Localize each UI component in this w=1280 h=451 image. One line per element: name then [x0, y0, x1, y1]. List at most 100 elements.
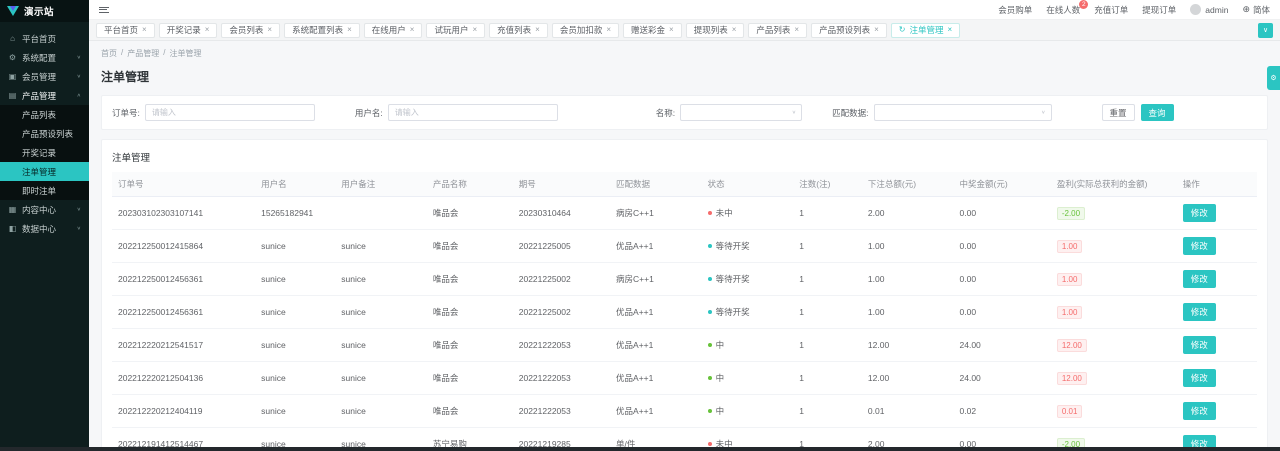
- topbar-link-2[interactable]: 充值订单: [1094, 4, 1128, 16]
- order-no-cell: 202212220212504136: [112, 361, 256, 395]
- close-icon[interactable]: ×: [606, 26, 611, 34]
- edit-button[interactable]: 修改: [1182, 435, 1216, 447]
- sidebar-item-label: 内容中心: [22, 204, 57, 215]
- tab-0[interactable]: 平台首页 ×: [96, 22, 155, 38]
- close-icon[interactable]: ×: [347, 26, 352, 34]
- tab-7[interactable]: 会员加扣款 ×: [551, 22, 619, 38]
- topbar-link-3[interactable]: 提现订单: [1142, 4, 1176, 16]
- sidebar-item-0[interactable]: ⌂ 平台首页: [0, 29, 89, 48]
- close-icon[interactable]: ×: [874, 26, 879, 34]
- profit-cell: 1.00: [1050, 262, 1177, 296]
- breadcrumb: 首页 / 产品管理 / 注单管理: [101, 48, 1268, 59]
- table-row: 202212250012456361 sunice sunice 唯品会 2022122…: [112, 295, 1257, 329]
- tab-actions-button[interactable]: ∨: [1258, 22, 1273, 38]
- order-no-input[interactable]: [144, 104, 315, 121]
- close-icon[interactable]: ×: [205, 26, 210, 34]
- tab-label: 赠送彩金: [631, 25, 666, 35]
- order-no-cell: 202212250012456361: [112, 295, 256, 329]
- breadcrumb-item-0[interactable]: 首页: [101, 48, 117, 59]
- profit-badge: -2.00: [1056, 437, 1086, 447]
- data-icon: ◧: [8, 224, 17, 233]
- close-icon[interactable]: ×: [472, 26, 477, 34]
- close-icon[interactable]: ×: [535, 26, 540, 34]
- close-icon[interactable]: ×: [267, 26, 272, 34]
- username-input[interactable]: [387, 104, 558, 121]
- topbar-link-1[interactable]: 在线人数 2: [1046, 0, 1089, 16]
- close-icon[interactable]: ×: [142, 26, 147, 34]
- close-icon[interactable]: ×: [947, 26, 952, 34]
- username-cell: sunice: [255, 229, 336, 263]
- topbar-link-0[interactable]: 会员购单: [998, 4, 1032, 16]
- edit-button[interactable]: 修改: [1182, 270, 1216, 288]
- order-no-cell: 202212191412514467: [112, 427, 256, 447]
- sidebar-subitem-label: 注单管理: [22, 166, 57, 177]
- edit-button[interactable]: 修改: [1182, 369, 1216, 387]
- tab-12[interactable]: ↻ 注单管理 ×: [890, 22, 961, 38]
- gear-icon: ⚙: [1270, 75, 1277, 82]
- sidebar-subitem-3[interactable]: 注单管理: [0, 162, 89, 181]
- tab-6[interactable]: 充值列表 ×: [489, 22, 548, 38]
- sidebar-subitem-2[interactable]: 开奖记录: [0, 143, 89, 162]
- count-cell: 1: [793, 427, 862, 447]
- close-icon[interactable]: ×: [732, 26, 737, 34]
- search-button[interactable]: 查询: [1140, 104, 1174, 121]
- profit-badge: 12.00: [1056, 371, 1087, 385]
- edit-button[interactable]: 修改: [1182, 336, 1216, 354]
- issue-cell: 20221219285: [512, 427, 611, 447]
- column-header-3: 产品名称: [426, 172, 513, 197]
- tab-3[interactable]: 系统配置列表 ×: [284, 22, 360, 38]
- orders-table: 订单号 用户名 用户备注 产品名称 期号 匹配数据 状态 注数(注) 下注总额(元) 中奖金额(元…: [112, 172, 1257, 447]
- brand-logo[interactable]: 演示站: [0, 0, 89, 22]
- name-select[interactable]: ∨: [680, 104, 803, 121]
- remark-cell: sunice: [335, 427, 427, 447]
- chevron-down-icon: ∨: [791, 110, 797, 116]
- topbar-right: 会员购单 在线人数 2 充值订单 提现订单 admin ⊕ 简体: [998, 0, 1270, 16]
- edit-button[interactable]: 修改: [1182, 204, 1216, 222]
- match-data-select[interactable]: ∨: [873, 104, 1052, 121]
- sidebar-item-5[interactable]: ◧ 数据中心 ∨: [0, 219, 89, 238]
- tab-4[interactable]: 在线用户 ×: [363, 22, 423, 38]
- column-header-9: 中奖金额(元): [953, 172, 1051, 197]
- table-row: 202212220212404119 sunice sunice 唯品会 2022122…: [112, 394, 1257, 428]
- sidebar-item-2[interactable]: ▣ 会员管理 ∨: [0, 67, 89, 86]
- chevron-down-icon: ∨: [76, 226, 81, 232]
- quick-panel-toggle[interactable]: ⚙: [1267, 66, 1280, 90]
- tab-2[interactable]: 会员列表 ×: [221, 22, 281, 38]
- tab-5[interactable]: 试玩用户 ×: [426, 22, 486, 38]
- menu-toggle-icon[interactable]: [99, 6, 109, 13]
- edit-button[interactable]: 修改: [1182, 402, 1216, 420]
- sidebar-item-4[interactable]: ▦ 内容中心 ∨: [0, 200, 89, 219]
- user-menu[interactable]: admin: [1190, 4, 1228, 15]
- bet-cell: 2.00: [861, 196, 954, 230]
- reset-button[interactable]: 重置: [1101, 104, 1135, 121]
- username-cell: sunice: [255, 427, 336, 447]
- count-cell: 1: [793, 196, 862, 230]
- tab-9[interactable]: 提现列表 ×: [685, 22, 745, 38]
- username-cell: 15265182941: [255, 196, 336, 230]
- status-cell: 中: [701, 328, 794, 362]
- close-icon[interactable]: ×: [410, 26, 415, 34]
- tab-10[interactable]: 产品列表 ×: [748, 22, 808, 38]
- tab-1[interactable]: 开奖记录 ×: [158, 22, 218, 38]
- tab-11[interactable]: 产品预设列表 ×: [811, 22, 887, 38]
- topbar-link-label: 充值订单: [1094, 4, 1129, 15]
- status-label: 中: [715, 406, 725, 416]
- chevron-down-icon: ∨: [1041, 110, 1046, 116]
- globe-icon: ⊕: [1242, 4, 1250, 14]
- breadcrumb-item-1[interactable]: 产品管理: [127, 48, 159, 59]
- close-icon[interactable]: ×: [669, 26, 674, 34]
- sidebar-item-1[interactable]: ⚙ 系统配置 ∨: [0, 48, 89, 67]
- username-cell: sunice: [255, 262, 336, 296]
- table-section-title: 注单管理: [112, 153, 151, 164]
- close-icon[interactable]: ×: [794, 26, 799, 34]
- sidebar-subitem-1[interactable]: 产品预设列表: [0, 124, 89, 143]
- sidebar-subitem-4[interactable]: 即时注单: [0, 181, 89, 200]
- main-area: 会员购单 在线人数 2 充值订单 提现订单 admin ⊕ 简体 平台首页 × 开奖记录 × 会…: [89, 0, 1280, 447]
- sidebar-item-3[interactable]: ▤ 产品管理 ∧: [0, 86, 89, 105]
- language-switcher[interactable]: ⊕ 简体: [1242, 4, 1270, 16]
- edit-button[interactable]: 修改: [1182, 303, 1216, 321]
- brand-logo-icon: [7, 6, 19, 16]
- tab-8[interactable]: 赠送彩金 ×: [623, 22, 682, 38]
- sidebar-subitem-0[interactable]: 产品列表: [0, 105, 89, 124]
- edit-button[interactable]: 修改: [1182, 237, 1216, 255]
